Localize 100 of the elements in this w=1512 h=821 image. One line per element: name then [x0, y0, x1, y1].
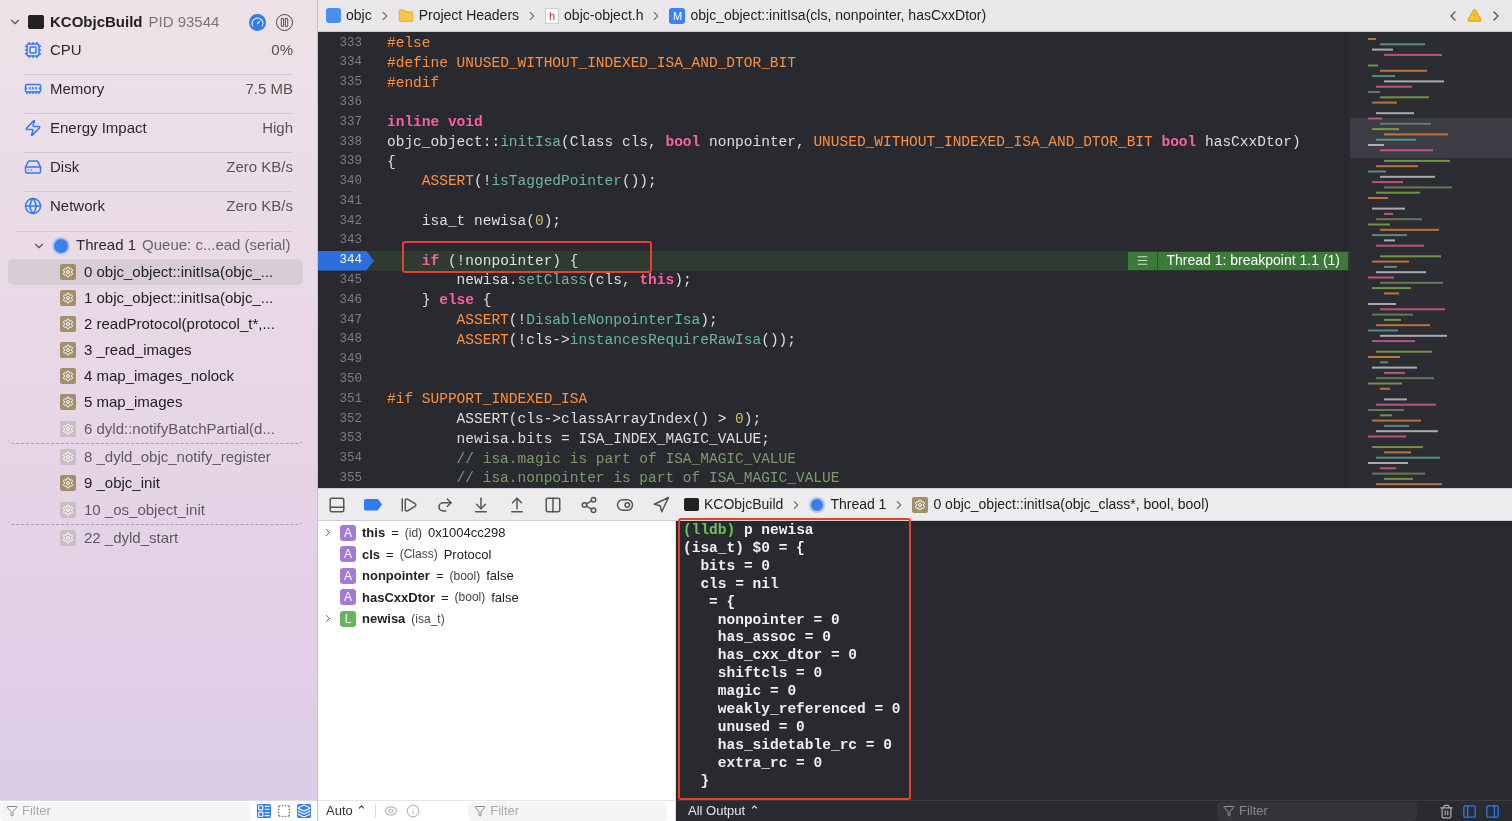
- stack-frame[interactable]: 5 map_images: [8, 389, 303, 415]
- gauge-label: Memory: [50, 78, 105, 99]
- line-number: 355: [338, 470, 363, 488]
- layers-icon[interactable]: [297, 804, 311, 818]
- stack-frame[interactable]: 8 _dyld_objc_notify_register: [8, 444, 303, 470]
- frame-icon: [60, 290, 76, 306]
- gauge-icon[interactable]: [249, 13, 266, 31]
- console-output-line: nonpointer = 0: [716, 611, 841, 630]
- line-number: 340: [338, 173, 363, 191]
- energy-icon: [24, 119, 42, 137]
- menu-icon: [1136, 254, 1150, 268]
- line-number: 336: [338, 93, 363, 111]
- panel-right-icon[interactable]: [1485, 803, 1500, 819]
- filter-field[interactable]: Filter: [0, 801, 251, 821]
- gauge-row[interactable]: Energy Impact High: [24, 118, 293, 138]
- frame-icon: [60, 264, 76, 280]
- network-icon: [24, 197, 42, 215]
- breadcrumb-item[interactable]: 0 objc_object::initIsa(objc_class*, bool, bool): [912, 494, 1209, 515]
- frame-icon: [60, 368, 76, 384]
- variable-row[interactable]: A cls = (Class) Protocol: [318, 543, 675, 565]
- variable-value: false: [486, 567, 514, 585]
- stack-frame[interactable]: 10 _os_object_init: [8, 496, 303, 525]
- view-hierarchy-icon[interactable]: [544, 495, 562, 514]
- stack-frame[interactable]: 9 _objc_init: [8, 470, 303, 496]
- line-number: 349: [338, 351, 363, 369]
- continue-icon[interactable]: [400, 495, 418, 514]
- step-out-icon[interactable]: [508, 495, 526, 514]
- location-icon[interactable]: [652, 495, 670, 514]
- gauge-row[interactable]: CPU 0%: [24, 40, 293, 60]
- header-file-icon: h: [545, 7, 560, 24]
- variable-kind-icon: A: [340, 589, 356, 606]
- terminal-icon: [28, 15, 44, 29]
- breadcrumb-item[interactable]: KCObjcBuild: [684, 494, 784, 515]
- stack-frame[interactable]: 3 _read_images: [8, 337, 303, 363]
- breadcrumb-item[interactable]: M objc_object::initIsa(cls, nonpointer, hasCxxDtor): [669, 5, 987, 26]
- breakpoint-icon[interactable]: [364, 498, 382, 511]
- code-line: ASSERT(!cls->instancesRequireRawIsa());: [455, 331, 796, 348]
- panel-icon[interactable]: [328, 495, 346, 514]
- console-output-line: }: [699, 772, 711, 791]
- scope-menu[interactable]: Auto ⌃: [326, 801, 368, 821]
- gauge-row[interactable]: Memory 7.5 MB: [24, 79, 293, 99]
- console-output-line: weakly_referenced = 0: [716, 701, 902, 719]
- code-line: ASSERT(cls->classArrayIndex() > 0);: [455, 411, 762, 428]
- memory-graph-icon[interactable]: [580, 495, 598, 514]
- step-into-icon[interactable]: [472, 495, 490, 514]
- gauge-value: 0%: [271, 39, 293, 60]
- stack-frame[interactable]: 6 dyld::notifyBatchPartial(d...: [8, 415, 303, 444]
- frame-toggle-icon[interactable]: [277, 804, 291, 818]
- gauge-row[interactable]: Disk Zero KB/s: [24, 157, 293, 177]
- output-menu[interactable]: All Output ⌃: [688, 801, 760, 821]
- code-line: // isa.nonpointer is part of ISA_MAGIC_VALUE: [455, 470, 840, 487]
- line-number: 337: [338, 113, 363, 131]
- gauge-row[interactable]: Network Zero KB/s: [24, 196, 293, 216]
- panel-left-icon[interactable]: [1462, 803, 1477, 819]
- gauge-label: CPU: [50, 39, 82, 60]
- frame-icon: [60, 342, 76, 358]
- filter-field[interactable]: Filter: [468, 801, 667, 821]
- variable-type: (bool): [454, 589, 486, 607]
- variable-row[interactable]: A nonpointer = (bool) false: [318, 565, 675, 587]
- variable-name: nonpointer: [362, 567, 430, 585]
- step-over-icon[interactable]: [436, 495, 454, 514]
- gauge-label: Energy Impact: [50, 117, 147, 138]
- variable-kind-icon: L: [340, 610, 356, 627]
- line-number: 339: [338, 153, 363, 171]
- gauge-label: Disk: [50, 156, 80, 177]
- variable-name: hasCxxDtor: [362, 588, 435, 607]
- stack-frame[interactable]: 4 map_images_nolock: [8, 363, 303, 389]
- console-output-line: has_cxx_dtor = 0: [716, 647, 859, 666]
- thread-queue: Queue: c...ead (serial): [142, 235, 291, 256]
- folder-icon: [397, 7, 414, 24]
- trash-icon[interactable]: [1439, 803, 1454, 819]
- variable-row[interactable]: A this = (id) 0x1004cc298: [318, 522, 675, 544]
- thread-icon: [52, 236, 70, 255]
- breadcrumb-item[interactable]: Project Headers: [397, 5, 520, 26]
- variable-row[interactable]: L newisa (isa_t): [318, 608, 675, 630]
- frame-icon: [60, 421, 76, 437]
- code-line: objc_object::initIsa(Class cls, bool nonpointer, UNUSED_WITHOUT_INDEXED_ISA_AND_DTOR_BIT bool hasCxxDtor): [387, 133, 1301, 150]
- line-number: 348: [338, 331, 363, 349]
- filter-field[interactable]: Filter: [1217, 801, 1417, 821]
- breadcrumb-item[interactable]: h objc-object.h: [545, 5, 644, 26]
- variable-kind-icon: A: [340, 546, 356, 563]
- breadcrumb-item[interactable]: Thread 1: [809, 494, 887, 515]
- equals-sign: =: [435, 567, 444, 585]
- variable-row[interactable]: A hasCxxDtor = (bool) false: [318, 586, 675, 608]
- stack-frame[interactable]: 2 readProtocol(protocol_t*,...: [8, 311, 303, 337]
- stack-frame[interactable]: 0 objc_object::initIsa(objc_...: [8, 259, 303, 285]
- variable-value: false: [491, 588, 519, 607]
- stack-frame[interactable]: 1 objc_object::initIsa(objc_...: [8, 285, 303, 311]
- stack-frame[interactable]: 22 _dyld_start: [8, 525, 303, 551]
- gauge-value: Zero KB/s: [226, 156, 293, 177]
- list-icon[interactable]: [257, 804, 271, 818]
- line-number: 341: [338, 192, 363, 210]
- variable-name: cls: [362, 545, 381, 564]
- variable-name: this: [362, 524, 386, 542]
- code-line: // isa.magic is part of ISA_MAGIC_VALUE: [455, 450, 796, 467]
- gauge-value: Zero KB/s: [226, 195, 293, 216]
- console-output-line: unused = 0: [716, 718, 806, 737]
- process-name: KCObjcBuild: [50, 11, 143, 32]
- breadcrumb-item[interactable]: objc: [326, 5, 372, 26]
- frame-icon: [60, 449, 76, 465]
